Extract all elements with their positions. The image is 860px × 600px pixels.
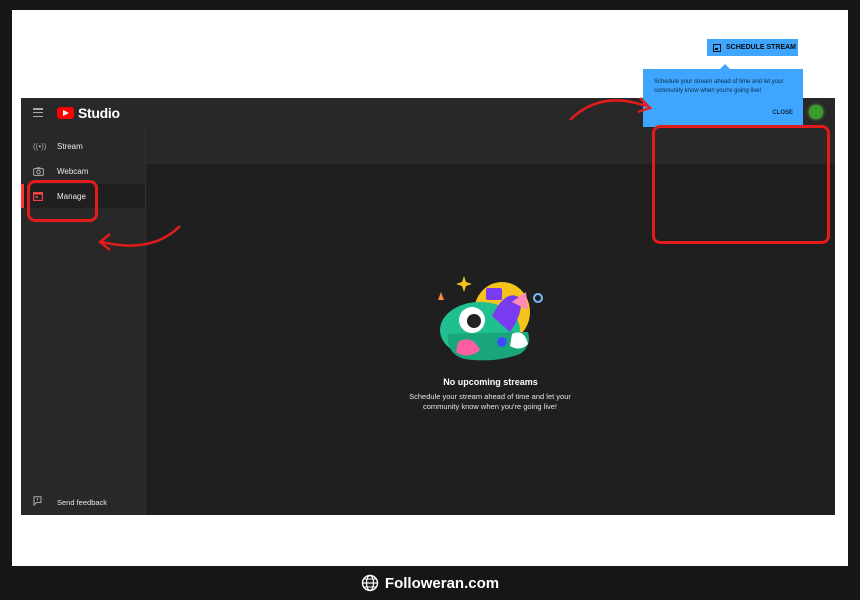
schedule-stream-button[interactable]: SCHEDULE STREAM bbox=[707, 39, 798, 56]
studio-logo[interactable]: Studio bbox=[57, 105, 120, 121]
schedule-tooltip: Schedule your stream ahead of time and l… bbox=[643, 64, 803, 127]
menu-icon[interactable] bbox=[33, 108, 43, 117]
close-button[interactable]: CLOSE bbox=[772, 109, 793, 118]
camera-icon bbox=[33, 166, 57, 176]
feedback-label: Send feedback bbox=[57, 497, 108, 507]
tooltip-text: Schedule your stream ahead of time and l… bbox=[654, 79, 784, 94]
logo-text: Studio bbox=[78, 105, 120, 121]
watermark: Followeran.com bbox=[0, 566, 860, 600]
sidebar-item-label: Webcam bbox=[57, 166, 89, 176]
sidebar-item-label: Stream bbox=[57, 141, 83, 151]
empty-state-description: Schedule your stream ahead of time and l… bbox=[409, 392, 571, 411]
youtube-logo-icon bbox=[57, 107, 74, 119]
highlight-box bbox=[27, 180, 98, 222]
annotation-arrow bbox=[569, 97, 653, 121]
sidebar-item-stream[interactable]: ((•)) Stream bbox=[21, 134, 145, 158]
empty-state-title: No upcoming streams bbox=[443, 377, 538, 387]
watermark-text: Followeran.com bbox=[384, 574, 500, 592]
feedback-icon bbox=[33, 496, 57, 508]
annotation-arrow bbox=[97, 225, 181, 251]
avatar[interactable] bbox=[809, 105, 823, 119]
broadcast-icon: ((•)) bbox=[33, 141, 47, 151]
empty-state-illustration bbox=[438, 276, 543, 361]
highlight-box bbox=[652, 125, 830, 244]
calendar-icon bbox=[713, 43, 721, 52]
globe-icon bbox=[361, 574, 379, 592]
schedule-stream-label: SCHEDULE STREAM bbox=[726, 44, 797, 51]
send-feedback-link[interactable]: Send feedback bbox=[21, 493, 145, 511]
